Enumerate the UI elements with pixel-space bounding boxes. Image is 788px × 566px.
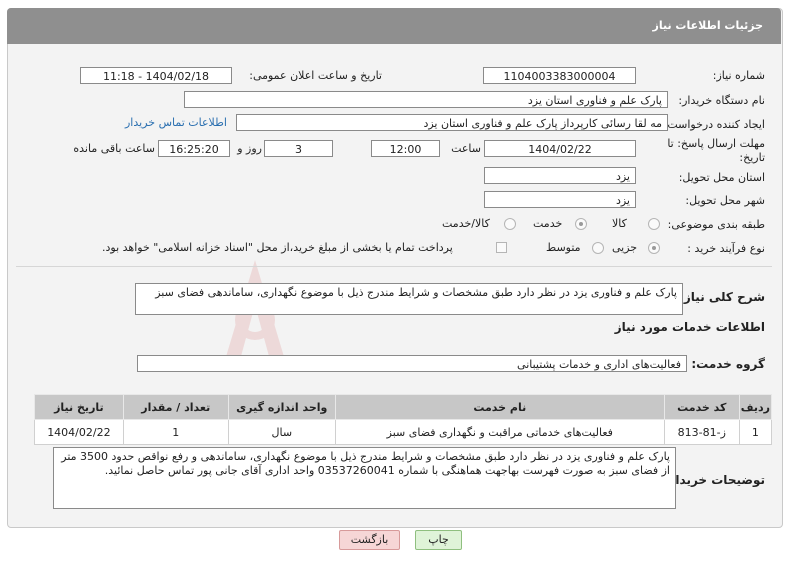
cell-quantity: 1 (122, 419, 229, 445)
remaining-time-field: 16:25:20 (158, 140, 230, 157)
table-row: 1 ز-81-813 فعالیت‌های خدماتی مراقبت و نگ… (34, 419, 773, 445)
process-label: نوع فرآیند خرید : (687, 242, 765, 255)
buyer-label: نام دستگاه خریدار: (678, 94, 765, 107)
cell-need-date: 1404/02/22 (34, 419, 124, 445)
col-row: ردیف (738, 394, 773, 420)
process-radio-medium[interactable] (592, 242, 604, 254)
category-radio-service[interactable] (575, 218, 587, 230)
announce-field: 1404/02/18 - 11:18 (80, 67, 232, 84)
cell-unit: سال (227, 419, 336, 445)
col-need-date: تاریخ نیاز (34, 394, 124, 420)
col-service-code: کد خدمت (663, 394, 740, 420)
city-field: یزد (484, 191, 636, 208)
category-option-goods-service: کالا/خدمت (442, 217, 490, 230)
print-button[interactable]: چاپ (415, 530, 462, 550)
back-button[interactable]: بازگشت (339, 530, 400, 550)
province-field: یزد (484, 167, 636, 184)
deadline-date-field: 1404/02/22 (484, 140, 636, 157)
panel-header: جزئیات اطلاعات نیاز (7, 8, 781, 44)
need-number-label: شماره نیاز: (712, 69, 765, 82)
deadline-label: مهلت ارسال پاسخ: تا (667, 137, 765, 150)
summary-label: شرح کلی نیاز: (679, 290, 765, 304)
deadline-hour-label: ساعت (451, 142, 481, 155)
col-quantity: تعداد / مقدار (122, 394, 229, 420)
buyer-notes-label: توضیحات خریدار: (663, 473, 765, 487)
treasury-checkbox[interactable] (496, 242, 507, 253)
category-radio-goods[interactable] (648, 218, 660, 230)
buyer-notes-textarea: پارک علم و فناوری یزد در نظر دارد طبق مش… (53, 447, 676, 509)
services-table: ردیف کد خدمت نام خدمت واحد اندازه گیری ت… (34, 394, 773, 445)
contact-info-link[interactable]: اطلاعات تماس خریدار (125, 116, 227, 129)
cell-service-name: فعالیت‌های خدماتی مراقبت و نگهداری فضای … (334, 419, 665, 445)
col-unit: واحد اندازه گیری (227, 394, 336, 420)
service-group-label: گروه خدمت: (691, 357, 765, 371)
city-label: شهر محل تحویل: (685, 194, 765, 207)
days-remaining-field: 3 (264, 140, 333, 157)
cell-service-code: ز-81-813 (663, 419, 740, 445)
creator-field: مه لقا رسائی کارپرداز پارک علم و فناوری … (236, 114, 668, 131)
summary-textarea: پارک علم و فناوری یزد در نظر دارد طبق مش… (135, 283, 683, 315)
category-radio-goods-service[interactable] (504, 218, 516, 230)
province-label: استان محل تحویل: (678, 171, 765, 184)
treasury-note: پرداخت تمام یا بخشی از مبلغ خرید،از محل … (102, 241, 453, 254)
deadline-time-field: 12:00 (371, 140, 440, 157)
cell-row: 1 (738, 419, 773, 445)
process-option-medium: متوسط (546, 241, 581, 254)
category-option-goods: کالا (612, 217, 627, 230)
deadline-label-date: تاریخ: (739, 151, 765, 164)
need-number-field: 1104003383000004 (483, 67, 636, 84)
process-option-minor: جزیی (612, 241, 638, 254)
category-label: طبقه بندی موضوعی: (667, 218, 765, 231)
buyer-field: پارک علم و فناوری استان یزد (184, 91, 668, 108)
announce-label: تاریخ و ساعت اعلان عمومی: (249, 69, 382, 82)
table-header-row: ردیف کد خدمت نام خدمت واحد اندازه گیری ت… (34, 394, 773, 420)
category-option-service: خدمت (533, 217, 563, 230)
remaining-time-label: ساعت باقی مانده (73, 142, 155, 155)
days-label: روز و (237, 142, 262, 155)
panel-title: جزئیات اطلاعات نیاز (652, 19, 764, 32)
services-section-title: اطلاعات خدمات مورد نیاز (614, 320, 765, 334)
process-radio-minor[interactable] (648, 242, 660, 254)
creator-label: ایجاد کننده درخواست: (663, 118, 765, 131)
service-group-field: فعالیت‌های اداری و خدمات پشتیبانی (137, 355, 687, 372)
col-service-name: نام خدمت (334, 394, 665, 420)
